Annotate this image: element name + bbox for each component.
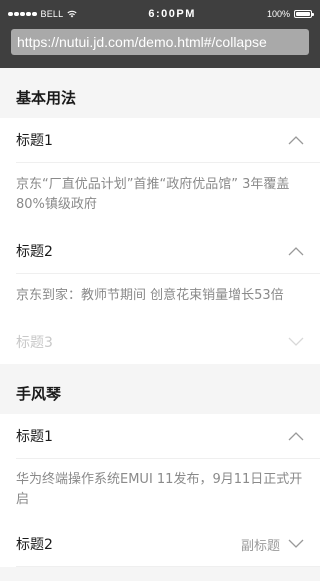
collapse-group-basic: 标题1 京东“厂直优品计划”首推“政府优品馆” 3年覆盖80%镇级政府 标题2 … xyxy=(0,118,320,364)
collapse-item-content: 华为终端操作系统EMUI 11发布，9月11日正式开启 xyxy=(16,472,303,507)
browser-chrome: BELL 6:00PM 100% https://nutui.jd.com/de… xyxy=(0,0,320,68)
collapse-item-subtitle: 副标题 xyxy=(240,538,280,554)
section-title-accordion: 手风琴 xyxy=(0,364,320,414)
url-text: https://nutui.jd.com/demo.html#/collapse xyxy=(17,34,267,50)
section-title-basic: 基本用法 xyxy=(0,68,320,118)
divider xyxy=(16,566,320,567)
collapse-group-accordion: 标题1 华为终端操作系统EMUI 11发布，9月11日正式开启 标题2 副标题 xyxy=(0,414,320,567)
status-bar: BELL 6:00PM 100% xyxy=(0,0,320,28)
collapse-item-content: 京东到家：教师节期间 创意花束销量增长53倍 xyxy=(16,288,284,303)
collapse-item-header[interactable]: 标题1 xyxy=(0,118,320,162)
collapse-item-header[interactable]: 标题2 xyxy=(0,229,320,273)
address-bar[interactable]: https://nutui.jd.com/demo.html#/collapse xyxy=(11,29,309,55)
battery-percent: 100% xyxy=(266,9,290,19)
battery-icon xyxy=(293,10,314,18)
chevron-down-icon xyxy=(288,337,304,346)
carrier-label: BELL xyxy=(40,9,64,19)
collapse-item-title: 标题1 xyxy=(16,133,53,149)
collapse-item-title: 标题3 xyxy=(16,335,53,351)
collapse-item-header-disabled: 标题3 xyxy=(0,320,320,364)
status-left: BELL xyxy=(8,9,77,19)
collapse-item-title: 标题1 xyxy=(16,429,53,445)
chevron-up-icon xyxy=(288,247,304,256)
collapse-item-title: 标题2 xyxy=(16,244,53,260)
status-time: 6:00PM xyxy=(148,8,196,20)
chevron-up-icon xyxy=(288,136,304,145)
collapse-item-right: 副标题 xyxy=(241,535,304,554)
wifi-icon xyxy=(67,10,77,18)
chevron-down-icon xyxy=(288,539,304,548)
collapse-item-header[interactable]: 标题1 xyxy=(0,414,320,458)
page-content: 基本用法 标题1 京东“厂直优品计划”首推“政府优品馆” 3年覆盖80%镇级政府… xyxy=(0,68,320,567)
collapse-item-content: 京东“厂直优品计划”首推“政府优品馆” 3年覆盖80%镇级政府 xyxy=(16,177,290,212)
collapse-item-header[interactable]: 标题2 副标题 xyxy=(0,522,320,566)
collapse-item-title: 标题2 xyxy=(16,537,53,553)
signal-dots-icon xyxy=(8,11,37,17)
status-right: 100% xyxy=(266,9,314,19)
chevron-up-icon xyxy=(288,432,304,441)
